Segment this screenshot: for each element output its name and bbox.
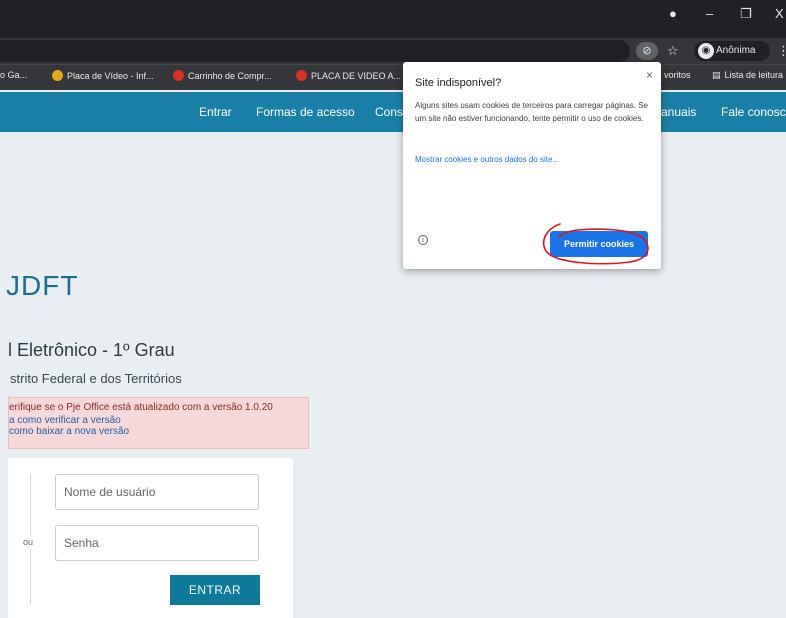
or-label: ou — [23, 535, 34, 549]
info-icon[interactable]: i — [418, 235, 428, 245]
alert-link-verify[interactable]: a como verificar a versão — [9, 415, 308, 426]
restore-button[interactable]: ❐ — [740, 6, 752, 22]
minimize-button[interactable]: – — [706, 6, 713, 21]
bookmark-item[interactable]: o Ga... — [0, 70, 27, 80]
system-subtitle: strito Federal e dos Territórios — [10, 371, 182, 386]
bookmarks-bar: o Ga... Placa de Vídeo - Inf... Carrinho… — [0, 64, 786, 90]
popup-title: Site indisponível? — [415, 77, 502, 89]
cookie-popup: Site indisponível? × Alguns sites usam c… — [403, 62, 661, 269]
reading-list-icon: ▤ — [712, 70, 721, 80]
login-panel: ou ENTRAR — [8, 458, 293, 618]
bookmark-item[interactable]: Placa de Vídeo - Inf... — [52, 70, 154, 81]
nav-manuais[interactable]: anuais — [661, 105, 696, 119]
nav-formas-de-acesso[interactable]: Formas de acesso — [256, 105, 355, 119]
update-alert: erifique se o Pje Office está atualizado… — [8, 397, 309, 449]
bookmark-item[interactable]: PLACA DE VIDEO A... — [296, 70, 401, 81]
password-input[interactable] — [55, 525, 259, 561]
nav-entrar[interactable]: Entrar — [199, 105, 232, 119]
incognito-badge[interactable]: ◉ Anônima — [694, 41, 770, 61]
username-input[interactable] — [55, 474, 259, 510]
close-window-button[interactable]: X — [775, 6, 784, 21]
site-navbar: Entrar Formas de acesso Cons anuais Fale… — [0, 92, 786, 132]
menu-icon[interactable]: ⋮ — [777, 43, 786, 59]
star-icon[interactable]: ☆ — [667, 43, 679, 59]
alert-title: erifique se o Pje Office está atualizado… — [9, 402, 273, 413]
login-submit-button[interactable]: ENTRAR — [170, 575, 260, 605]
bookmark-favicon-icon — [173, 70, 184, 81]
bookmark-favicon-icon — [52, 70, 63, 81]
system-title: l Eletrônico - 1º Grau — [8, 340, 175, 360]
omnibox[interactable] — [0, 40, 630, 62]
popup-body: Alguns sites usam cookies de terceiros p… — [415, 101, 649, 123]
allow-cookies-button[interactable]: Permitir cookies — [550, 231, 648, 257]
browser-titlebar: ● – ❐ X — [0, 0, 786, 38]
brand-logo-text: JDFT — [6, 270, 79, 301]
nav-consulta[interactable]: Cons — [375, 105, 403, 119]
close-icon[interactable]: × — [646, 68, 653, 82]
reading-list[interactable]: ▤ Lista de leitura — [712, 70, 783, 81]
nav-fale-conosco[interactable]: Fale conosco — [721, 105, 786, 119]
incognito-icon: ◉ — [698, 43, 714, 59]
eye-off-icon[interactable]: ⊘ — [636, 42, 658, 60]
bookmark-item[interactable]: Carrinho de Compr... — [173, 70, 272, 81]
incognito-label: Anônima — [716, 45, 756, 56]
address-bar-row: ☆ ⋮ — [0, 38, 786, 64]
bookmark-item[interactable]: voritos — [664, 70, 691, 80]
alert-link-download[interactable]: como baixar a nova versão — [9, 426, 308, 437]
show-cookies-link[interactable]: Mostrar cookies e outros dados do site..… — [415, 155, 559, 164]
bookmark-favicon-icon — [296, 70, 307, 81]
profile-icon[interactable]: ● — [669, 6, 677, 21]
